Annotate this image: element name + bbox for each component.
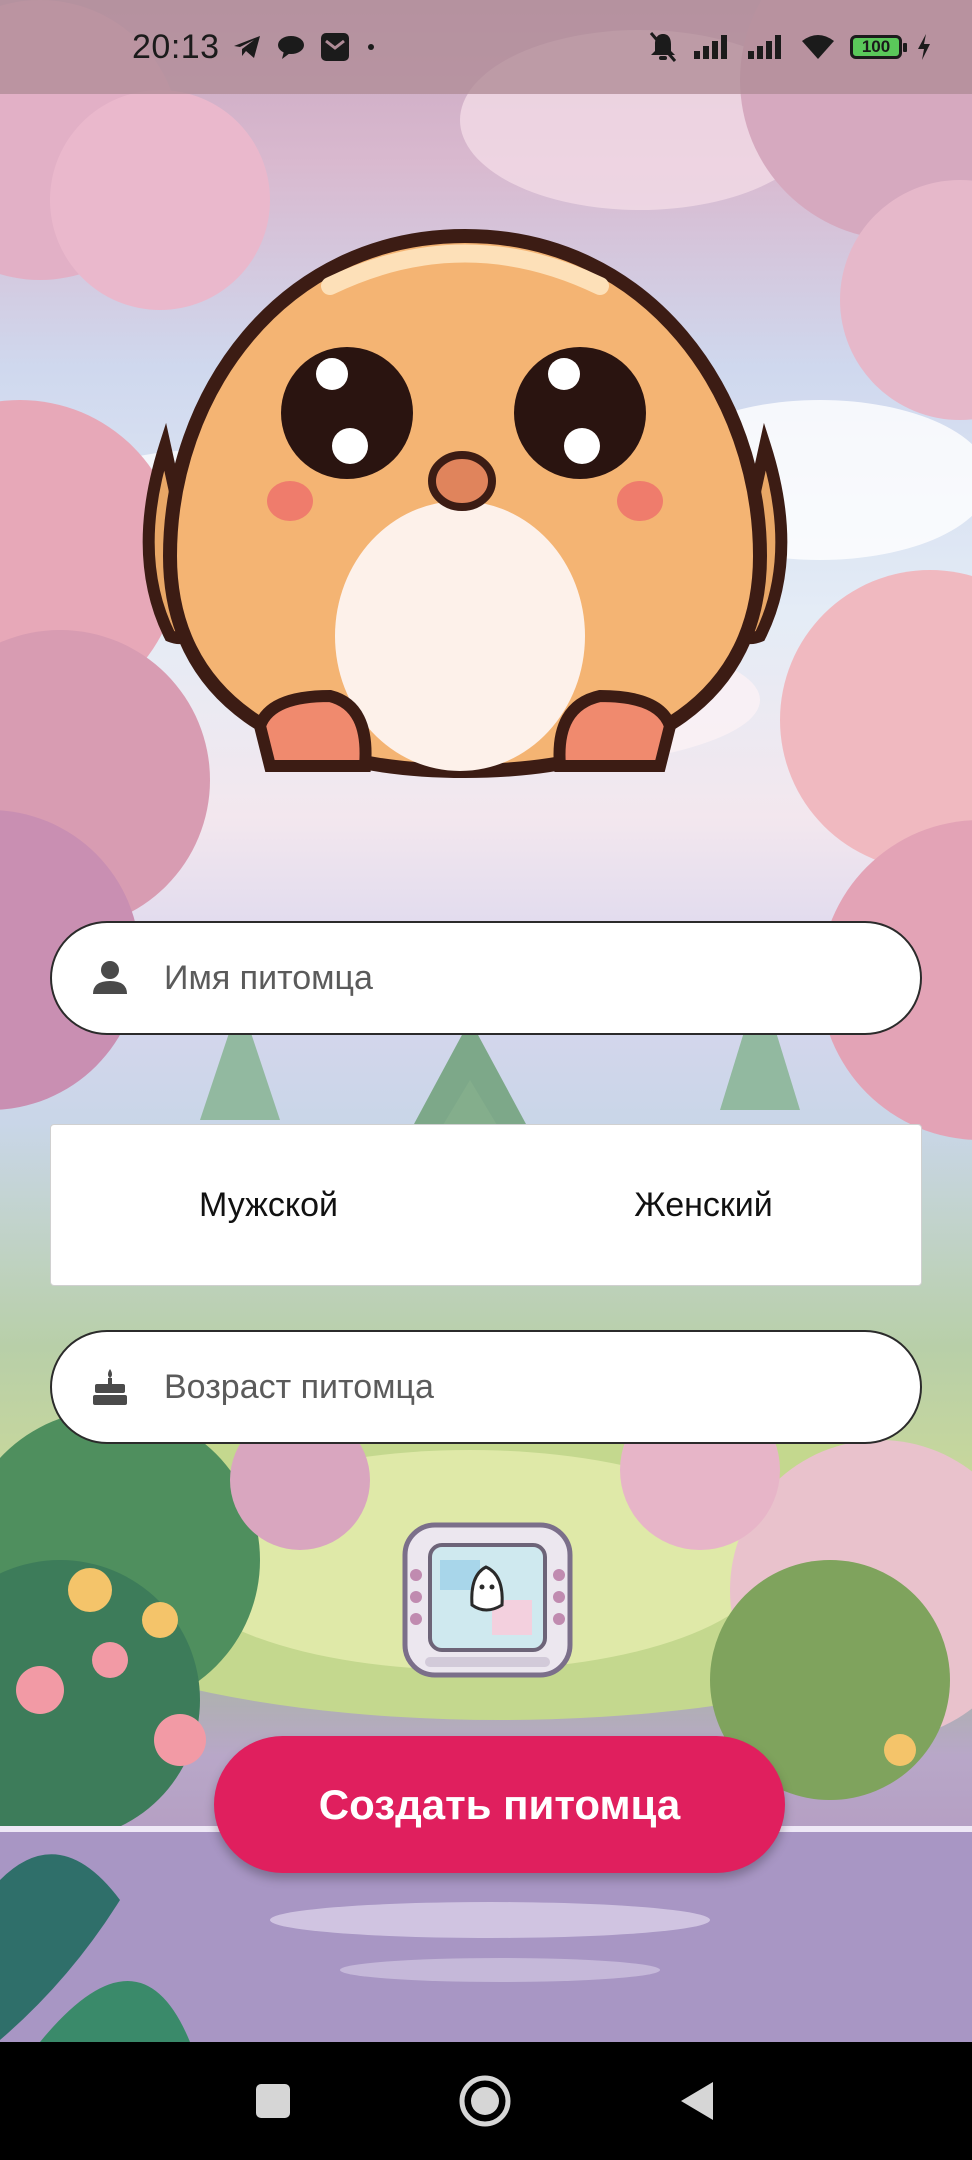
tamagotchi-device-icon — [402, 1522, 573, 1678]
gender-selector: Мужской Женский — [50, 1124, 922, 1286]
navigation-bar — [0, 2042, 972, 2160]
mail-app-icon — [320, 33, 349, 61]
cake-icon — [93, 1369, 127, 1405]
pet-age-input[interactable] — [164, 1367, 920, 1407]
recents-square-icon — [256, 2084, 290, 2118]
back-triangle-icon — [681, 2082, 713, 2120]
gender-option-female[interactable]: Женский — [486, 1125, 921, 1285]
recents-button[interactable] — [213, 2042, 333, 2160]
person-icon — [93, 961, 127, 994]
create-pet-button[interactable]: Создать питомца — [214, 1736, 785, 1873]
status-time: 20:13 — [132, 27, 220, 66]
dot-icon — [367, 44, 374, 50]
chat-bubble-icon — [277, 36, 304, 59]
pet-mascot-image — [142, 228, 788, 779]
gender-option-male[interactable]: Мужской — [51, 1125, 486, 1285]
signal-icon — [748, 35, 781, 59]
wifi-icon — [802, 35, 834, 59]
telegram-icon — [233, 36, 260, 58]
status-bar: 20:13 100 — [0, 0, 972, 94]
pet-name-field[interactable] — [50, 921, 922, 1035]
bell-muted-icon — [649, 32, 677, 62]
home-button[interactable] — [425, 2042, 545, 2160]
home-circle-icon — [459, 2075, 511, 2127]
pet-age-field[interactable] — [50, 1330, 922, 1444]
charging-icon — [918, 34, 930, 60]
battery-icon: 100 — [850, 35, 907, 59]
signal-icon — [694, 35, 727, 59]
pet-name-input[interactable] — [164, 958, 920, 998]
back-button[interactable] — [637, 2042, 757, 2160]
